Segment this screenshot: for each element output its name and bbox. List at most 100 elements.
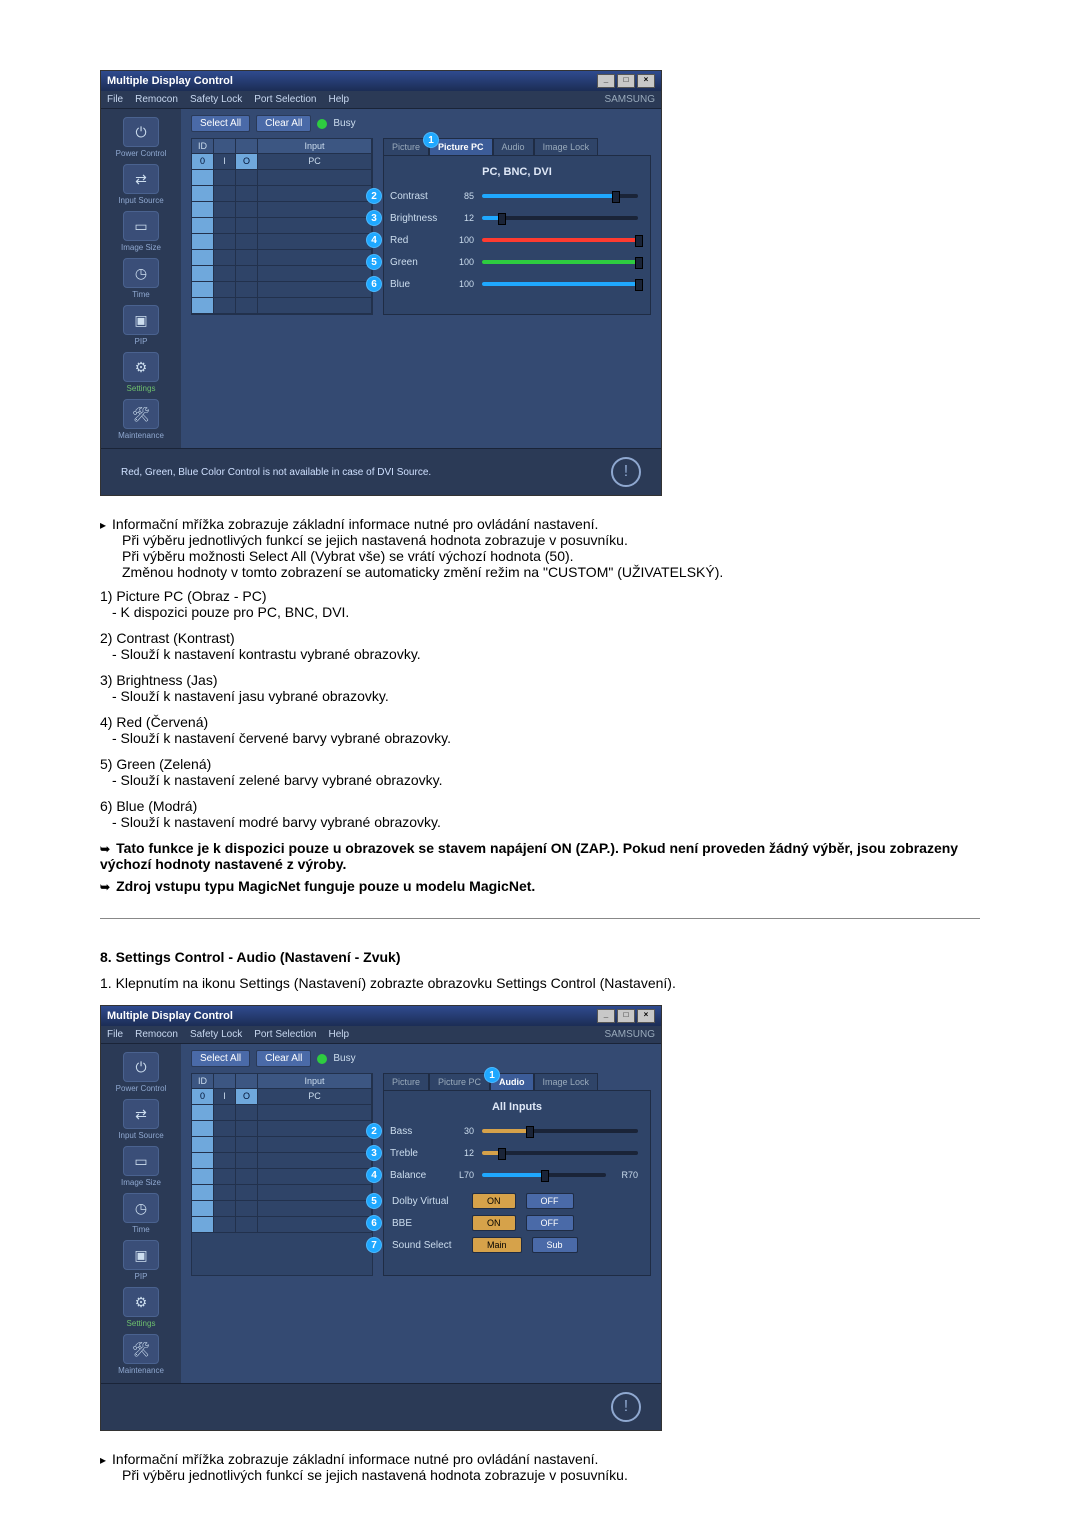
sidenav-item-power-control[interactable]: ⏻Power Control	[109, 1052, 173, 1093]
toggle-off-button[interactable]: OFF	[526, 1215, 574, 1231]
menu-remocon[interactable]: Remocon	[135, 1029, 178, 1040]
close-icon[interactable]: ×	[637, 1009, 655, 1023]
sidenav-item-settings[interactable]: ⚙Settings	[109, 1287, 173, 1328]
tab-picture[interactable]: Picture	[383, 1073, 429, 1091]
menu-help[interactable]: Help	[328, 94, 349, 105]
brand-label: SAMSUNG	[604, 94, 655, 105]
callout-3: 3	[366, 1145, 382, 1161]
slider-label: Red	[390, 235, 442, 246]
close-icon[interactable]: ×	[637, 74, 655, 88]
sidenav-item-maintenance[interactable]: 🛠Maintenance	[109, 399, 173, 440]
slider-track[interactable]	[482, 216, 638, 220]
toggle-row-bbe: 6BBEONOFF	[396, 1215, 638, 1231]
slider-right-label: R70	[614, 1170, 638, 1180]
note-2: Zdroj vstupu typu MagicNet funguje pouze…	[100, 878, 980, 894]
minimize-icon[interactable]: _	[597, 1009, 615, 1023]
sidenav-item-maintenance[interactable]: 🛠Maintenance	[109, 1334, 173, 1375]
menu-port-selection[interactable]: Port Selection	[254, 94, 316, 105]
sidenav-item-image-size[interactable]: ▭Image Size	[109, 211, 173, 252]
window-title: Multiple Display Control	[107, 1010, 233, 1022]
grid-cell-c3[interactable]: O	[236, 154, 258, 170]
sidenav-item-image-size[interactable]: ▭Image Size	[109, 1146, 173, 1187]
callout-2: 2	[366, 188, 382, 204]
sidenav-item-input-source[interactable]: ⇄Input Source	[109, 1099, 173, 1140]
tab-audio[interactable]: Audio	[493, 138, 534, 156]
window-titlebar: Multiple Display Control _ □ ×	[101, 71, 661, 91]
image-size-icon: ▭	[123, 211, 159, 241]
menubar: File Remocon Safety Lock Port Selection …	[101, 91, 661, 109]
busy-label: Busy	[333, 1053, 355, 1064]
slider-track[interactable]	[482, 260, 638, 264]
slider-track[interactable]	[482, 238, 638, 242]
doc-item: 6) Blue (Modrá)- Slouží k nastavení modr…	[100, 798, 980, 830]
intro2-line-2: Při výběru jednotlivých funkcí se jejich…	[100, 1467, 980, 1483]
image-size-icon: ▭	[123, 1146, 159, 1176]
slider-track[interactable]	[482, 282, 638, 286]
slider-row-red: 4Red100	[396, 232, 638, 248]
tab-image-lock[interactable]: Image Lock	[534, 138, 599, 156]
input-source-icon: ⇄	[123, 164, 159, 194]
toggle-off-button[interactable]: Sub	[532, 1237, 578, 1253]
sidenav-item-settings[interactable]: ⚙Settings	[109, 352, 173, 393]
sidenav-item-input-source[interactable]: ⇄Input Source	[109, 164, 173, 205]
slider-track[interactable]	[482, 1151, 638, 1155]
menubar: File Remocon Safety Lock Port Selection …	[101, 1026, 661, 1044]
info-icon: !	[611, 457, 641, 487]
minimize-icon[interactable]: _	[597, 74, 615, 88]
toggle-on-button[interactable]: Main	[472, 1237, 522, 1253]
slider-label: Blue	[390, 279, 442, 290]
section-step: 1. Klepnutím na ikonu Settings (Nastaven…	[100, 975, 980, 991]
sidenav-item-time[interactable]: ◷Time	[109, 1193, 173, 1234]
tab-audio[interactable]: 1Audio	[490, 1073, 534, 1091]
callout-7: 7	[366, 1237, 382, 1253]
grid-cell-id[interactable]: 0	[192, 154, 214, 170]
input-source-icon: ⇄	[123, 1099, 159, 1129]
sidenav-item-power-control[interactable]: ⏻Power Control	[109, 117, 173, 158]
intro-line-3: Při výběru možnosti Select All (Vybrat v…	[100, 548, 980, 564]
doc-section-1: Informační mřížka zobrazuje základní inf…	[100, 516, 980, 894]
clear-all-button[interactable]: Clear All	[256, 115, 311, 132]
slider-track[interactable]	[482, 1129, 638, 1133]
menu-safety-lock[interactable]: Safety Lock	[190, 1029, 242, 1040]
grid-cell-c2[interactable]: I	[214, 154, 236, 170]
menu-safety-lock[interactable]: Safety Lock	[190, 94, 242, 105]
maximize-icon[interactable]: □	[617, 1009, 635, 1023]
menu-port-selection[interactable]: Port Selection	[254, 1029, 316, 1040]
toggle-on-button[interactable]: ON	[472, 1215, 516, 1231]
menu-file[interactable]: File	[107, 1029, 123, 1040]
menu-file[interactable]: File	[107, 94, 123, 105]
callout-5: 5	[366, 1193, 382, 1209]
slider-track[interactable]	[482, 1173, 606, 1177]
select-all-button[interactable]: Select All	[191, 1050, 250, 1067]
intro2-line-1: Informační mřížka zobrazuje základní inf…	[100, 1451, 980, 1467]
app-window-audio: Multiple Display Control _ □ × File Remo…	[100, 1005, 662, 1431]
menu-remocon[interactable]: Remocon	[135, 94, 178, 105]
tab-picture-pc[interactable]: Picture PC	[429, 1073, 490, 1091]
status-text: Red, Green, Blue Color Control is not av…	[121, 467, 431, 478]
slider-label: Green	[390, 257, 442, 268]
slider-value: 100	[450, 235, 474, 245]
status-bar: Red, Green, Blue Color Control is not av…	[101, 448, 661, 495]
toggle-on-button[interactable]: ON	[472, 1193, 516, 1209]
select-all-button[interactable]: Select All	[191, 115, 250, 132]
power-icon: ⏻	[123, 1052, 159, 1082]
busy-label: Busy	[333, 118, 355, 129]
maximize-icon[interactable]: □	[617, 74, 635, 88]
sidenav-item-time[interactable]: ◷Time	[109, 258, 173, 299]
clear-all-button[interactable]: Clear All	[256, 1050, 311, 1067]
settings-panel: PC, BNC, DVI 2Contrast853Brightness124Re…	[383, 155, 651, 315]
toggle-off-button[interactable]: OFF	[526, 1193, 574, 1209]
sidenav-item-pip[interactable]: ▣PIP	[109, 305, 173, 346]
slider-track[interactable]	[482, 194, 638, 198]
slider-label: Contrast	[390, 191, 442, 202]
grid-header-input: Input	[258, 139, 372, 154]
menu-help[interactable]: Help	[328, 1029, 349, 1040]
tab-image-lock[interactable]: Image Lock	[534, 1073, 599, 1091]
slider-value: 30	[450, 1126, 474, 1136]
info-grid: ID Input 0 I O PC	[191, 1073, 373, 1276]
tab-picture-pc[interactable]: 1Picture PC	[429, 138, 493, 156]
callout-2: 2	[366, 1123, 382, 1139]
doc-item: 2) Contrast (Kontrast)- Slouží k nastave…	[100, 630, 980, 662]
sidenav-item-pip[interactable]: ▣PIP	[109, 1240, 173, 1281]
grid-cell-input[interactable]: PC	[258, 154, 372, 170]
